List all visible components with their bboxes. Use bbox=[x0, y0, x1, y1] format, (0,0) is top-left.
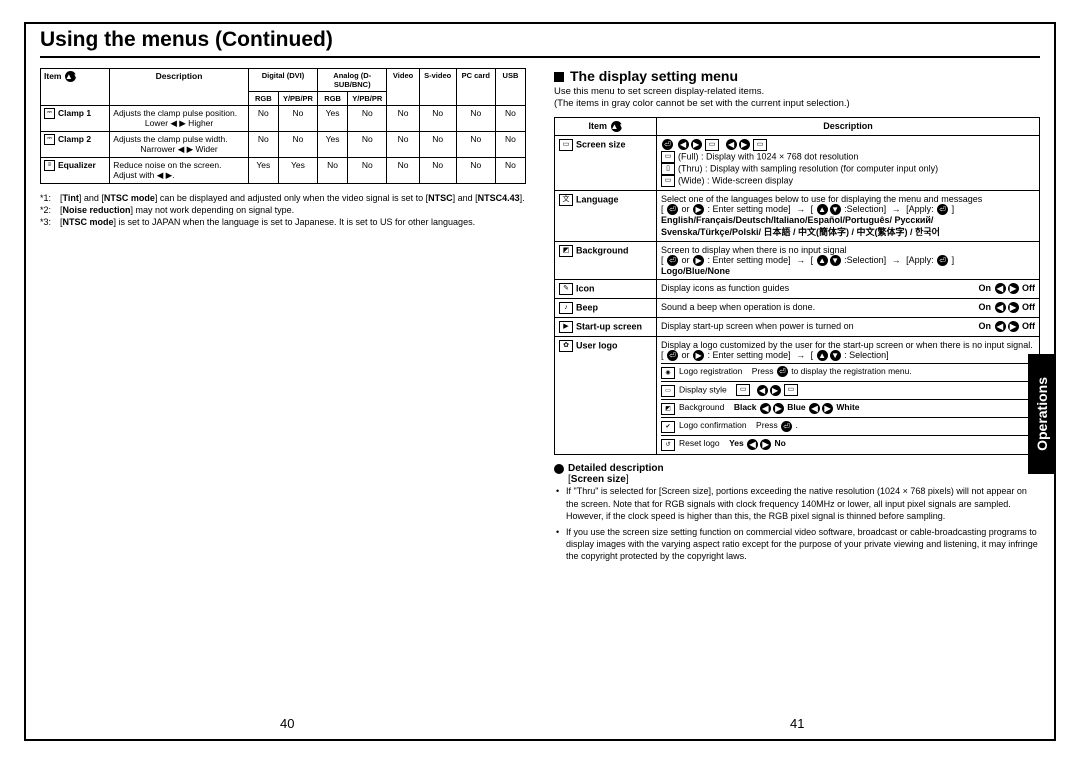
startup-icon: ▶ bbox=[559, 321, 573, 333]
left-notes: *1:[Tint] and [NTSC mode] can be display… bbox=[40, 192, 526, 228]
full-icon: ▭ bbox=[661, 151, 675, 163]
th-rgb2: RGB bbox=[318, 92, 348, 106]
equalizer-icon: ≡ bbox=[44, 160, 55, 171]
detailed-desc-sub: [Screen size] bbox=[568, 474, 1040, 485]
th2-desc: Description bbox=[657, 117, 1040, 135]
up-down-icon: ▲▼ bbox=[65, 71, 76, 82]
th-svideo: S-video bbox=[419, 69, 456, 106]
row-icon: ✎Icon Display icons as function guidesOn… bbox=[555, 280, 1040, 299]
th-ypbpr1: Y/PB/PR bbox=[278, 92, 317, 106]
section-title: The display setting menu bbox=[554, 68, 1040, 84]
th-digital: Digital (DVI) bbox=[248, 69, 317, 92]
th-video: Video bbox=[387, 69, 419, 106]
th-rgb1: RGB bbox=[248, 92, 278, 106]
detailed-desc-head: Detailed description bbox=[554, 463, 1040, 474]
bullet-icon bbox=[554, 464, 564, 474]
left-table: Item ▲▼ Description Digital (DVI) Analog… bbox=[40, 68, 526, 184]
intro: Use this menu to set screen display-rela… bbox=[554, 86, 1040, 111]
th-pccard: PC card bbox=[456, 69, 495, 106]
page-number-left: 40 bbox=[280, 716, 294, 731]
background-icon: ◩ bbox=[559, 245, 573, 257]
wide-icon: ▭ bbox=[661, 175, 675, 187]
square-bullet-icon bbox=[554, 72, 564, 82]
clamp1-icon: ⎓ bbox=[44, 108, 55, 119]
th-usb: USB bbox=[495, 69, 525, 106]
up-down-icon: ▲▼ bbox=[611, 121, 622, 132]
th-ypbpr2: Y/PB/PR bbox=[348, 92, 387, 106]
page-title: Using the menus (Continued) bbox=[40, 24, 1040, 58]
display-setting-table: Item ▲▼Description ▭Screen size ⏎ ◀▶ ▭ ◀… bbox=[554, 117, 1040, 456]
row-language: 文Language Select one of the languages be… bbox=[555, 190, 1040, 241]
screensize-icon: ▭ bbox=[559, 139, 573, 151]
enter-icon: ⏎ bbox=[662, 139, 673, 150]
side-tab-operations: Operations bbox=[1028, 354, 1056, 474]
th2-item: Item ▲▼ bbox=[555, 117, 657, 135]
th-item: Item ▲▼ bbox=[41, 69, 110, 106]
clamp2-icon: ⎓ bbox=[44, 134, 55, 145]
page-frame: Using the menus (Continued) Item ▲▼ Desc… bbox=[24, 22, 1056, 741]
row-userlogo: ✿User logo Display a logo customized by … bbox=[555, 337, 1040, 455]
th-description: Description bbox=[110, 69, 249, 106]
beep-icon: ♪ bbox=[559, 302, 573, 314]
th-analog: Analog (D-SUB/BNC) bbox=[318, 69, 387, 92]
row-startup: ▶Start-up screen Display start-up screen… bbox=[555, 318, 1040, 337]
row-clamp1: ⎓Clamp 1 Adjusts the clamp pulse positio… bbox=[41, 106, 526, 132]
icon-icon: ✎ bbox=[559, 283, 573, 295]
row-beep: ♪Beep Sound a beep when operation is don… bbox=[555, 299, 1040, 318]
thru-icon: ▯ bbox=[661, 163, 675, 175]
userlogo-icon: ✿ bbox=[559, 340, 573, 352]
language-icon: 文 bbox=[559, 194, 573, 206]
row-background: ◩Background Screen to display when there… bbox=[555, 241, 1040, 279]
row-screen-size: ▭Screen size ⏎ ◀▶ ▭ ◀▶ ▭ ▭(Full) : Displ… bbox=[555, 135, 1040, 190]
row-equalizer: ≡Equalizer Reduce noise on the screen.Ad… bbox=[41, 158, 526, 184]
columns: Item ▲▼ Description Digital (DVI) Analog… bbox=[26, 68, 1054, 733]
left-column: Item ▲▼ Description Digital (DVI) Analog… bbox=[26, 68, 540, 733]
detailed-desc-body: •If "Thru" is selected for [Screen size]… bbox=[554, 485, 1040, 562]
row-clamp2: ⎓Clamp 2 Adjusts the clamp pulse width.N… bbox=[41, 132, 526, 158]
right-column: The display setting menu Use this menu t… bbox=[540, 68, 1054, 733]
page-number-right: 41 bbox=[790, 716, 804, 731]
